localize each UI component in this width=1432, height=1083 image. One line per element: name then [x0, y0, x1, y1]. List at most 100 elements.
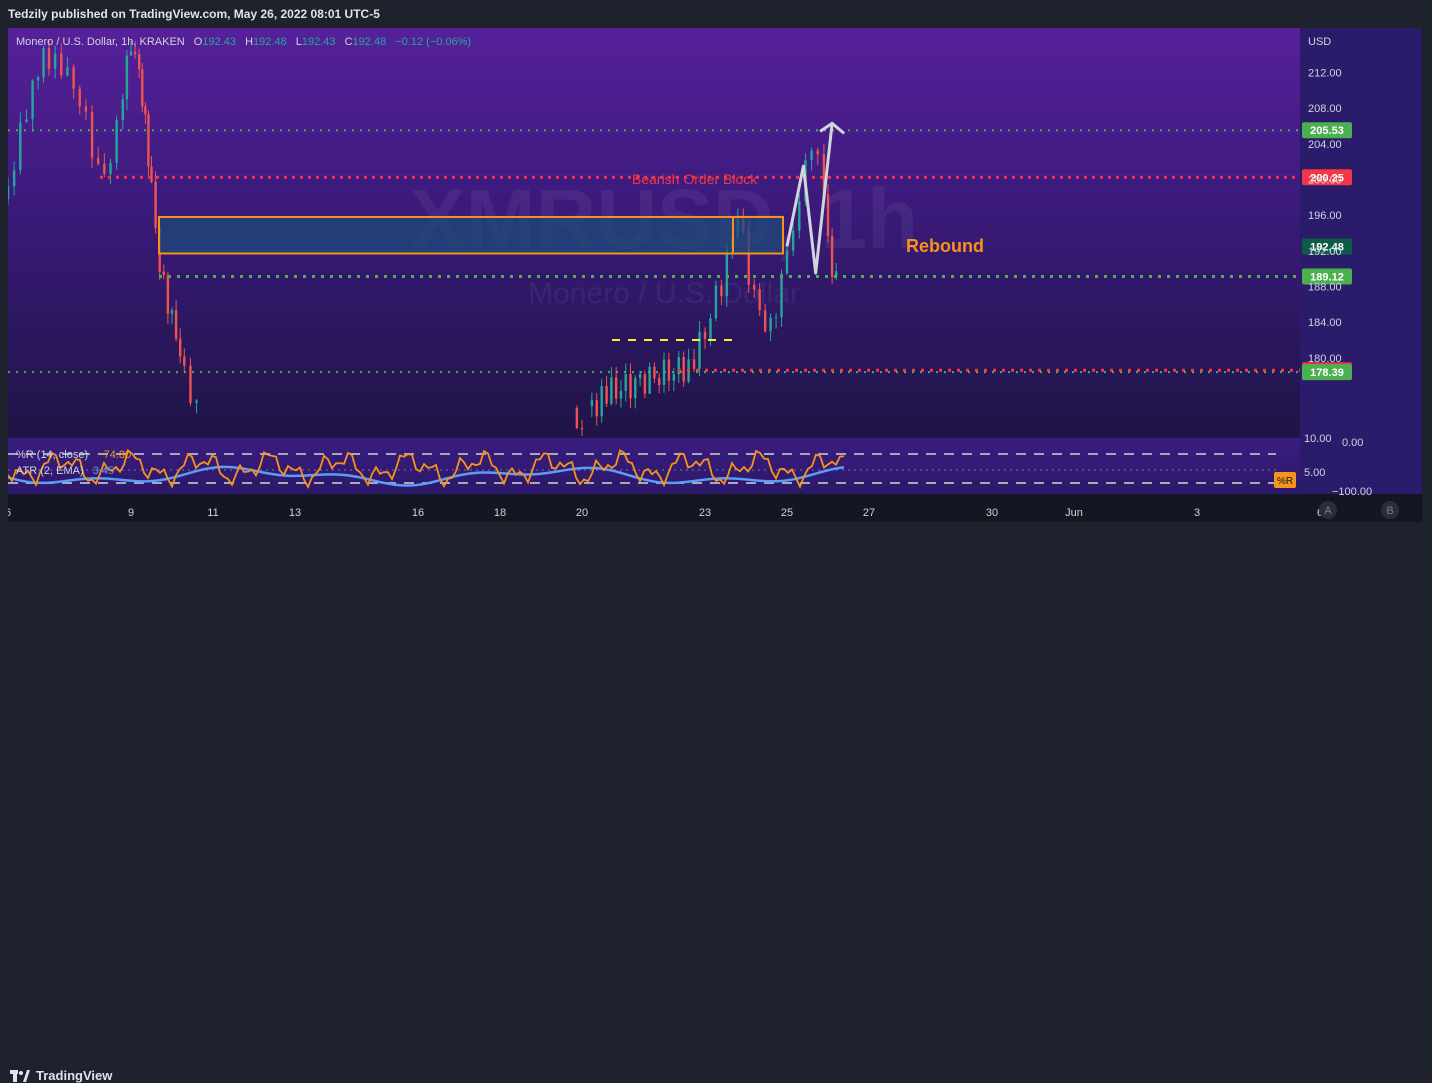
brand-name: TradingView — [36, 1068, 113, 1083]
candle-body — [769, 317, 772, 332]
time-tick: 23 — [699, 507, 711, 519]
currency-label: USD — [1308, 36, 1331, 48]
svg-text:Monero / U.S. Dollar, 1h, KRAK: Monero / U.S. Dollar, 1h, KRAKEN O192.43… — [16, 36, 471, 48]
bearish-order-block-label[interactable]: Bearish Order Block — [632, 171, 758, 187]
candle-body — [791, 230, 795, 251]
price-label: 205.53 — [1302, 122, 1352, 139]
time-tick: 20 — [576, 507, 588, 519]
price-tick: 192.00 — [1308, 246, 1342, 258]
candle-body — [826, 194, 830, 236]
candle-body — [109, 162, 112, 175]
time-tick: 3 — [1194, 507, 1200, 519]
candle-body — [115, 120, 118, 163]
candle-body — [600, 386, 603, 417]
chart-frame: XMRUSD, 1h Monero / U.S. Dollar 205.5320… — [8, 28, 1422, 522]
price-tick: 200.00 — [1308, 175, 1342, 187]
publish-bar: Tedzily published on TradingView.com, Ma… — [0, 0, 1432, 28]
time-tick: 30 — [986, 507, 998, 519]
candle-body — [138, 54, 141, 70]
candle-body — [195, 400, 198, 403]
candle-body — [763, 310, 767, 332]
candle-body — [154, 181, 157, 228]
candle-body — [610, 377, 613, 404]
candle-body — [580, 428, 584, 430]
time-tick: 11 — [207, 507, 218, 519]
footer: TradingView — [0, 532, 1432, 1083]
svg-text:178.39: 178.39 — [1310, 367, 1344, 379]
candle-body — [183, 356, 186, 366]
publish-line: Tedzily published on TradingView.com, Ma… — [8, 7, 380, 21]
candle-body — [19, 122, 22, 171]
candle-body — [638, 374, 642, 379]
candle-body — [66, 67, 69, 76]
candle-body — [189, 365, 192, 403]
price-chart[interactable]: XMRUSD, 1h Monero / U.S. Dollar 205.5320… — [8, 28, 1422, 522]
candle-body — [150, 166, 153, 182]
candle-body — [166, 274, 170, 314]
time-tick: Jun — [1065, 507, 1083, 519]
candle-body — [25, 119, 28, 123]
price-tick: 184.00 — [1308, 317, 1342, 329]
rebound-label[interactable]: Rebound — [906, 236, 984, 256]
candle-body — [816, 150, 819, 155]
candle-body — [179, 338, 182, 357]
candle-body — [47, 48, 51, 69]
price-tick: 188.00 — [1308, 281, 1342, 293]
price-label: 178.39 — [1302, 364, 1352, 381]
candle-body — [658, 378, 661, 385]
time-tick: 16 — [412, 507, 424, 519]
candle-body — [667, 359, 671, 381]
candle-body — [698, 331, 701, 369]
low-value: 192.43 — [302, 36, 336, 48]
candle-body — [605, 386, 608, 404]
time-tick: 6 — [8, 507, 11, 519]
candle-body — [619, 390, 623, 399]
candle-body — [614, 377, 618, 399]
close-value: 192.48 — [353, 36, 387, 48]
order-block-zone — [158, 215, 784, 255]
tradingview-logo[interactable]: TradingView — [10, 1068, 112, 1083]
candle-body — [162, 271, 165, 275]
candle-body — [629, 374, 632, 399]
candle-body — [653, 366, 656, 379]
candle-body — [170, 310, 174, 314]
open-value: 192.43 — [202, 36, 236, 48]
candle-body — [144, 106, 147, 115]
candle-body — [714, 285, 718, 319]
osc-tick: 10.00 — [1304, 433, 1332, 445]
candle-body — [36, 77, 40, 81]
candle-body — [90, 111, 94, 158]
candle-body — [634, 378, 637, 399]
candle-body — [725, 248, 729, 297]
osc-legend-1: %R (14, close) −74.80 — [16, 449, 131, 461]
scale-buttons[interactable]: A B — [1319, 501, 1399, 519]
svg-text:B: B — [1386, 505, 1393, 517]
osc-tick: −100.00 — [1332, 486, 1372, 498]
legend[interactable]: Monero / U.S. Dollar, 1h, KRAKEN O192.43… — [16, 36, 471, 477]
candle-body — [53, 53, 57, 69]
candle-body — [648, 366, 651, 394]
candle-body — [121, 99, 124, 121]
osc-legend-2: ATR (2, EMA) 3.45 — [16, 465, 114, 477]
candle-body — [703, 331, 707, 339]
candle-body — [174, 310, 178, 339]
svg-text:205.53: 205.53 — [1310, 125, 1344, 137]
tradingview-icon — [10, 1069, 30, 1082]
candle-body — [72, 67, 75, 89]
candle-body — [590, 400, 594, 407]
price-tick: 196.00 — [1308, 210, 1342, 222]
time-tick: 9 — [128, 507, 134, 519]
level-lines-layer: 205.53200.25192.48189.12178.60178.39 — [8, 121, 1352, 381]
candle-body — [624, 374, 627, 391]
candle-body — [141, 69, 144, 107]
price-tick: 204.00 — [1308, 139, 1342, 151]
time-tick: 25 — [781, 507, 793, 519]
candle-body — [129, 51, 133, 56]
candle-body — [774, 317, 778, 319]
price-tick: 208.00 — [1308, 103, 1342, 115]
price-axis: 212.00 208.00 204.00 200.00 196.00 192.00 188.… — [1308, 68, 1342, 365]
candle-body — [780, 273, 783, 318]
candle-body — [753, 284, 756, 290]
svg-text:A: A — [1324, 505, 1332, 517]
candle-body — [709, 318, 712, 339]
